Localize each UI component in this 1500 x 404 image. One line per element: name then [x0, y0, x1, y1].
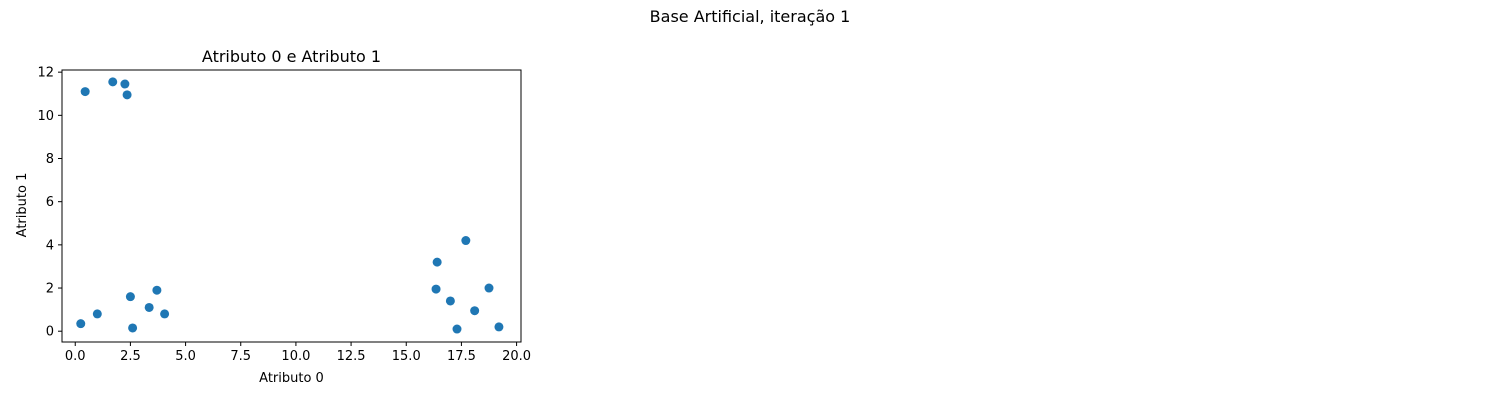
x-tick-label: 15.0: [392, 349, 421, 364]
scatter-point: [432, 257, 442, 267]
x-tick-label: 2.5: [120, 349, 141, 364]
y-tick-label: 4: [46, 238, 54, 253]
scatter-point: [125, 292, 135, 302]
scatter-point: [108, 77, 118, 87]
scatter-point: [120, 79, 130, 89]
scatter-point: [128, 323, 138, 333]
plot-axes: 0.0 2.5 5.0 7.5 10.0 12.5 15.0 17.5 20.0 0 2 4 6 8 10 1…: [37, 66, 531, 364]
y-tick-label: 0: [46, 325, 54, 340]
figure-suptitle: Base Artificial, iteração 1: [650, 7, 851, 26]
scatter-point: [431, 284, 441, 294]
scatter-point: [494, 322, 504, 332]
scatter-point: [92, 309, 102, 319]
x-tick-label: 5.0: [175, 349, 196, 364]
chart-title: Atributo 0 e Atributo 1: [202, 47, 381, 66]
scatter-point: [144, 302, 154, 312]
scatter-point: [80, 87, 90, 97]
x-tick-label: 12.5: [337, 349, 366, 364]
y-tick-label: 2: [46, 282, 54, 297]
scatter-point: [445, 296, 455, 306]
scatter-point: [484, 283, 494, 293]
scatter-point: [152, 285, 162, 295]
figure: Base Artificial, iteração 1 Atributo 0 e…: [15, 7, 851, 386]
x-tick-label: 10.0: [281, 349, 310, 364]
scatter-point: [470, 306, 480, 316]
x-tick-label: 7.5: [230, 349, 251, 364]
scatter-point: [76, 319, 86, 329]
scatter-point: [160, 309, 170, 319]
x-tick-label: 0.0: [65, 349, 86, 364]
y-tick-label: 12: [37, 66, 54, 81]
y-tick-label: 6: [46, 195, 54, 210]
y-tick-label: 10: [37, 109, 54, 124]
y-tick-label: 8: [46, 152, 54, 167]
x-tick-label: 20.0: [502, 349, 531, 364]
y-axis-label: Atributo 1: [15, 173, 30, 238]
scatter-point: [461, 236, 471, 246]
scatter-point: [122, 90, 132, 100]
x-axis-label: Atributo 0: [259, 371, 324, 386]
x-tick-label: 17.5: [447, 349, 476, 364]
scatter-point: [452, 324, 462, 334]
